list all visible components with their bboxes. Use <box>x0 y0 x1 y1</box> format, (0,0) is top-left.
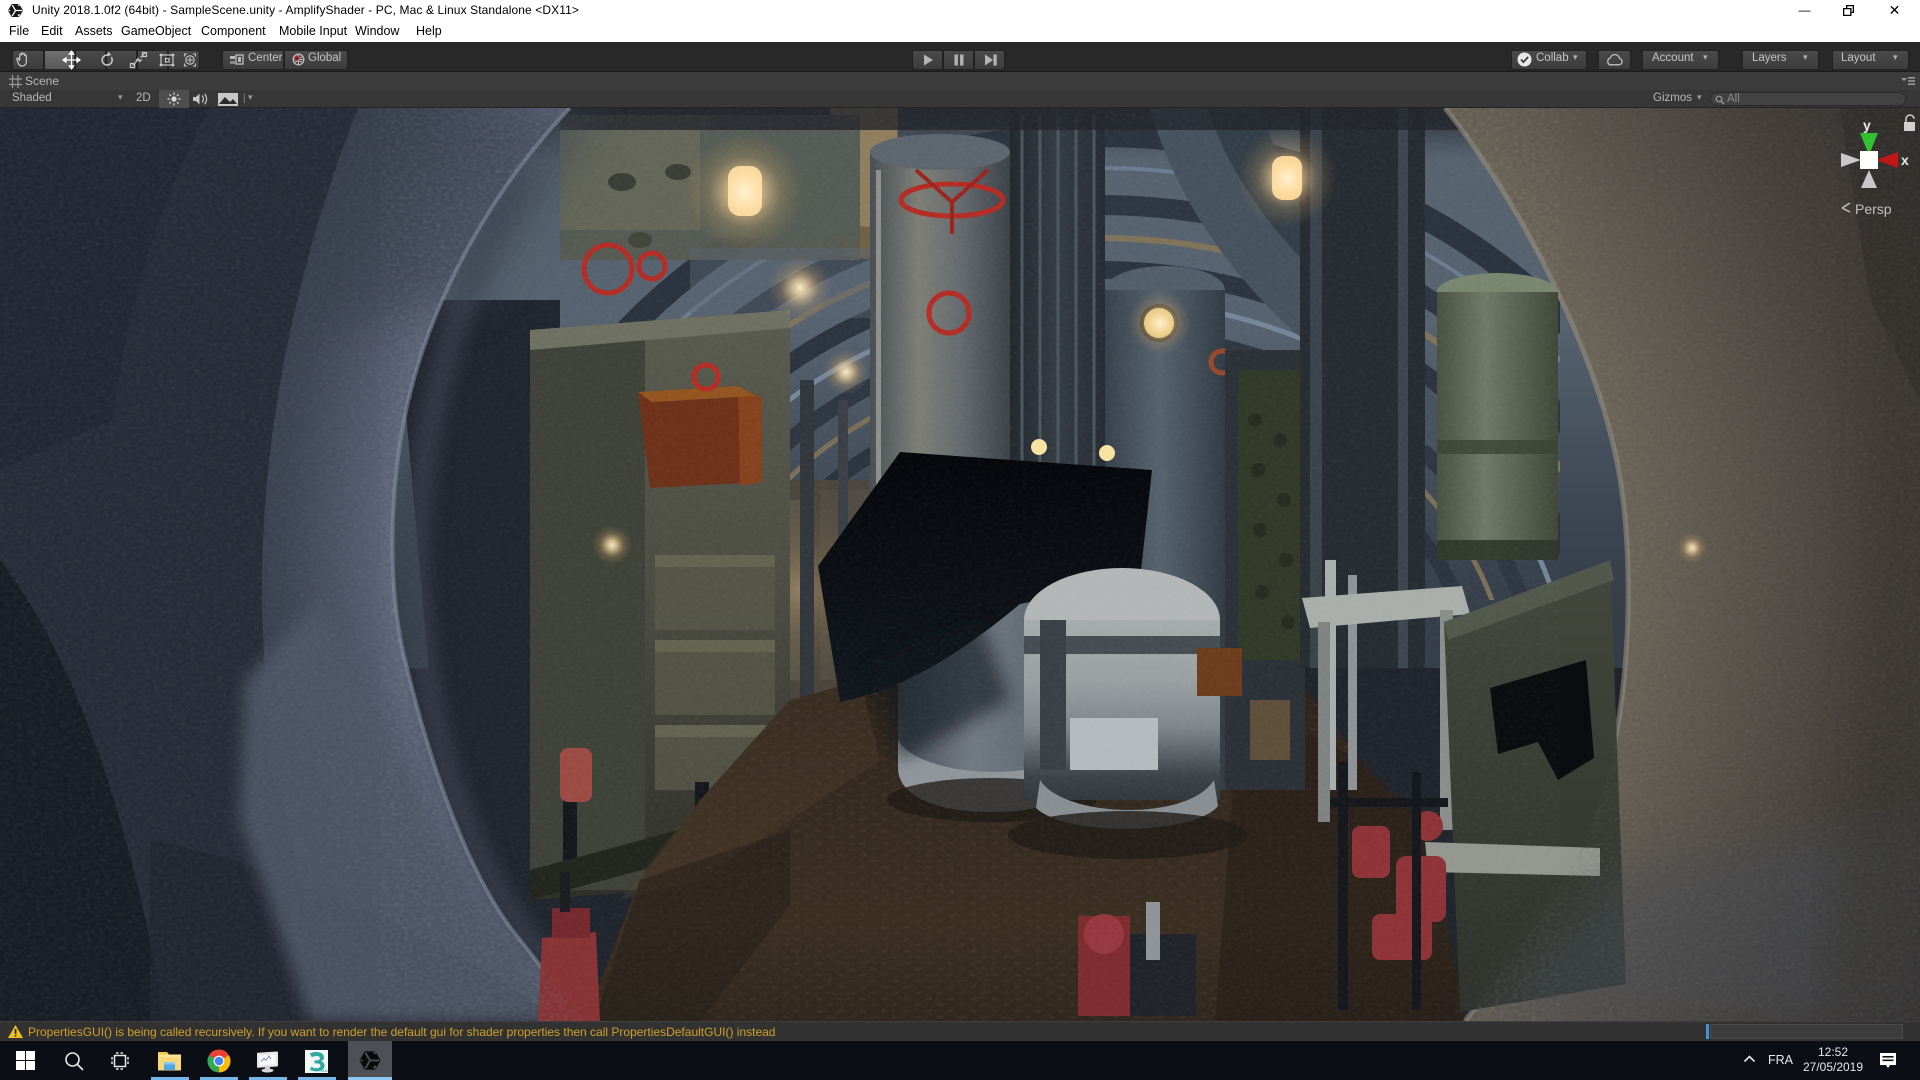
svg-text:MAX: MAX <box>321 1068 328 1073</box>
svg-text:x: x <box>1901 152 1909 168</box>
svg-text:Persp: Persp <box>1855 201 1892 217</box>
svg-text:y: y <box>1863 117 1871 133</box>
